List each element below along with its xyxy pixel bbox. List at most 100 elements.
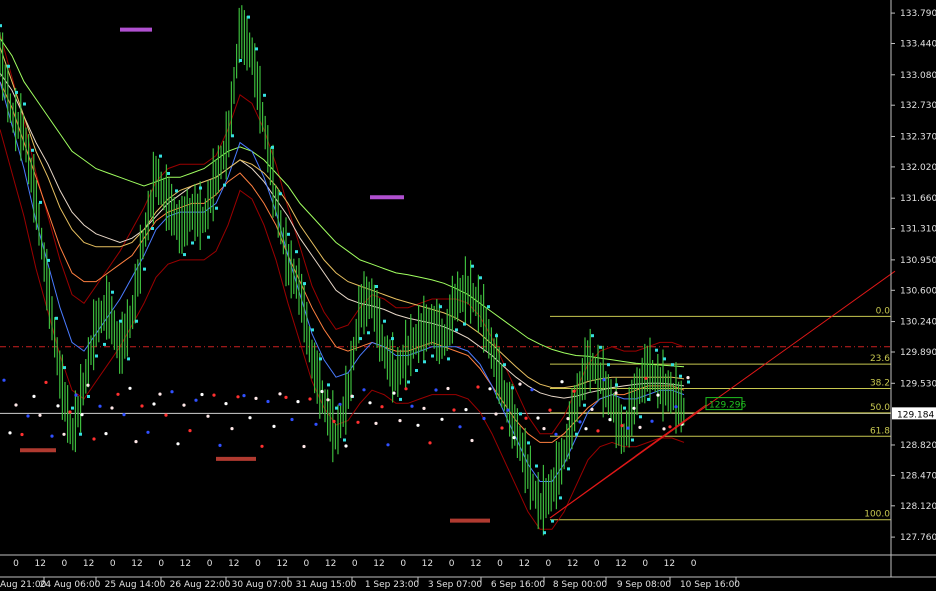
y-tick-label: 127.760 bbox=[900, 533, 936, 543]
indicator-dot bbox=[554, 432, 558, 436]
indicator-dot bbox=[476, 385, 480, 389]
y-tick-label: 133.790 bbox=[900, 9, 936, 19]
indicator-dot bbox=[410, 404, 414, 408]
indicator-dot bbox=[656, 393, 660, 397]
hour-tick-label: 12 bbox=[518, 559, 529, 569]
sar-dot bbox=[135, 319, 138, 323]
sar-dot bbox=[543, 531, 546, 535]
indicator-dot bbox=[176, 442, 180, 446]
indicator-dot bbox=[344, 444, 348, 448]
hour-tick-label: 12 bbox=[422, 559, 433, 569]
sar-dot bbox=[599, 345, 602, 349]
sar-dot bbox=[143, 267, 146, 271]
sar-dot bbox=[383, 319, 386, 323]
sar-dot bbox=[655, 348, 658, 352]
sar-dot bbox=[327, 383, 330, 387]
indicator-dot bbox=[668, 425, 672, 429]
date-tick-label: 10 Sep 16:00 bbox=[680, 580, 740, 590]
indicator-dot bbox=[308, 397, 312, 401]
sar-dot bbox=[647, 397, 650, 401]
sar-dot bbox=[447, 357, 450, 361]
sar-dot bbox=[311, 328, 314, 332]
sar-dot bbox=[255, 47, 258, 51]
indicator-dot bbox=[188, 429, 192, 433]
hour-tick-label: 0 bbox=[400, 559, 406, 569]
indicator-dot bbox=[194, 398, 198, 402]
indicator-dot bbox=[608, 418, 612, 422]
indicator-dot bbox=[434, 388, 438, 392]
sar-dot bbox=[591, 334, 594, 338]
indicator-dot bbox=[74, 393, 78, 397]
y-tick-label: 130.950 bbox=[900, 256, 936, 266]
indicator-dot bbox=[518, 382, 522, 386]
hour-tick-label: 0 bbox=[691, 559, 697, 569]
sar-dot bbox=[31, 148, 34, 152]
sar-dot bbox=[679, 374, 682, 378]
hour-tick-label: 0 bbox=[110, 559, 116, 569]
y-tick-label: 128.820 bbox=[900, 441, 936, 451]
indicator-dot bbox=[614, 391, 618, 395]
hour-tick-label: 12 bbox=[567, 559, 578, 569]
plot-area: 0.0 23.6 38.2 50.0 61.8 100.0 129.296 bbox=[0, 5, 896, 536]
fib-level-label: 100.0 bbox=[864, 510, 890, 520]
sar-dot bbox=[415, 369, 418, 372]
hour-tick-label: 0 bbox=[642, 559, 648, 569]
sar-dot bbox=[247, 15, 250, 19]
price-label-text: 129.296 bbox=[709, 401, 746, 411]
indicator-dot bbox=[320, 389, 324, 394]
sar-dot bbox=[231, 134, 234, 138]
indicator-dot bbox=[128, 386, 132, 390]
sar-dot bbox=[615, 383, 618, 387]
fib-level-label: 38.2 bbox=[870, 378, 890, 388]
indicator-dot bbox=[56, 404, 60, 408]
sar-dot bbox=[663, 357, 666, 361]
y-tick-label: 129.530 bbox=[900, 379, 936, 389]
sar-dot bbox=[463, 322, 466, 326]
indicator-dot bbox=[26, 414, 30, 418]
sar-dot bbox=[215, 206, 218, 210]
indicator-dot bbox=[146, 430, 150, 434]
current-price-label: 129.184 bbox=[897, 410, 934, 420]
indicator-dot bbox=[230, 427, 234, 431]
indicator-dot bbox=[224, 402, 228, 406]
indicator-dot bbox=[206, 414, 210, 418]
indicator-dot bbox=[620, 424, 624, 428]
sar-dot bbox=[375, 285, 378, 288]
y-tick-label: 129.890 bbox=[900, 348, 936, 358]
sar-dot bbox=[23, 102, 26, 106]
indicator-dot bbox=[686, 376, 690, 380]
date-tick-label: 1 Sep 23:00 bbox=[365, 580, 420, 590]
sar-dot bbox=[639, 415, 642, 419]
indicator-dot bbox=[134, 440, 138, 444]
indicator-dot bbox=[104, 432, 108, 436]
hour-tick-label: 0 bbox=[594, 559, 600, 569]
sar-dot bbox=[519, 412, 522, 416]
sar-dot bbox=[239, 59, 242, 62]
indicator-dot bbox=[530, 388, 534, 392]
sar-dot bbox=[167, 172, 170, 175]
indicator-dot bbox=[284, 395, 288, 399]
indicator-dot bbox=[242, 394, 246, 398]
indicator-dot bbox=[260, 444, 264, 448]
indicator-dot bbox=[536, 416, 540, 420]
indicator-dot bbox=[524, 416, 528, 420]
date-tick-label: 31 Aug 15:00 bbox=[296, 580, 357, 590]
sar-dot bbox=[631, 438, 634, 442]
hour-tick-label: 0 bbox=[352, 559, 358, 569]
sar-dot bbox=[503, 363, 506, 367]
indicator-dot bbox=[392, 391, 396, 395]
hour-tick-label: 0 bbox=[449, 559, 455, 569]
indicator-dot bbox=[164, 413, 168, 417]
hour-tick-label: 0 bbox=[62, 559, 68, 569]
chart-window[interactable]: 0.0 23.6 38.2 50.0 61.8 100.0 129.296 133.790 1… bbox=[0, 0, 936, 591]
hour-tick-label: 12 bbox=[615, 559, 626, 569]
indicator-dot bbox=[482, 416, 486, 421]
sar-dot bbox=[423, 360, 426, 364]
sar-dot bbox=[111, 290, 114, 294]
indicator-dot bbox=[632, 406, 636, 410]
price-chart[interactable]: 0.0 23.6 38.2 50.0 61.8 100.0 129.296 133.790 1… bbox=[0, 0, 936, 591]
sar-dot bbox=[95, 354, 98, 358]
sar-dot bbox=[335, 406, 338, 410]
hour-tick-label: 12 bbox=[34, 559, 45, 569]
indicator-dot bbox=[452, 408, 456, 412]
